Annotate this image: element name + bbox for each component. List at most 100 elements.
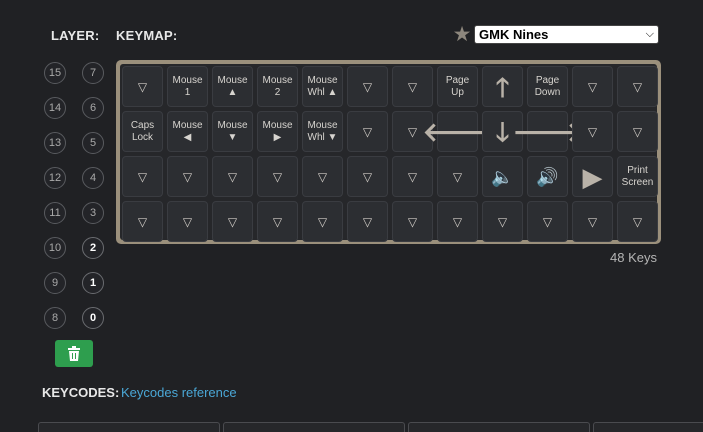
key-label: Lock (131, 131, 154, 143)
key[interactable]: ▽ (617, 66, 658, 107)
key-label: Mouse (307, 74, 338, 86)
delete-layer-button[interactable] (55, 340, 93, 367)
key[interactable]: 🔊 (527, 156, 568, 197)
key-label: ◀ (183, 131, 192, 143)
keymap-select[interactable]: GMK Nines ⌵ (474, 25, 659, 44)
key[interactable]: Print Screen (617, 156, 658, 197)
transparent-key-icon: ▽ (137, 214, 148, 229)
transparent-key-icon: ▽ (587, 124, 598, 139)
key[interactable]: Caps Lock (122, 111, 163, 152)
key[interactable]: ▽ (437, 201, 478, 242)
key[interactable]: Mouse Whl ▲ (302, 66, 343, 107)
key[interactable]: Mouse ▼ (212, 111, 253, 152)
key-label: Mouse (262, 119, 293, 131)
key[interactable]: ▽ (257, 156, 298, 197)
key[interactable]: ▶ (572, 156, 613, 197)
transparent-key-icon: ▽ (587, 214, 598, 229)
key[interactable]: Mouse Whl ▼ (302, 111, 343, 152)
key[interactable]: ▽ (167, 201, 208, 242)
key[interactable]: ▽ (302, 201, 343, 242)
transparent-key-icon: ▽ (407, 214, 418, 229)
transparent-key-icon: ▽ (182, 169, 193, 184)
key-label: Mouse (307, 119, 338, 131)
layer-button[interactable]: 9 (44, 272, 66, 294)
key[interactable]: 🡐 (423, 111, 492, 152)
key[interactable]: ▽ (212, 156, 253, 197)
key[interactable]: Mouse 2 (257, 66, 298, 107)
layer-heading: LAYER: (51, 28, 100, 43)
key-label: Mouse (172, 74, 203, 86)
key-label: Down (534, 86, 561, 98)
key[interactable]: ▽ (167, 156, 208, 197)
keycode-tab[interactable] (38, 422, 220, 432)
layer-button[interactable]: 15 (44, 62, 66, 84)
layer-button[interactable]: 8 (44, 307, 66, 329)
key-label: 1 (184, 86, 191, 98)
key[interactable]: Page Down (527, 66, 568, 107)
layer-button[interactable]: 2 (82, 237, 104, 259)
key[interactable]: ▽ (347, 66, 388, 107)
keycode-tab[interactable] (223, 422, 405, 432)
layer-button[interactable]: 4 (82, 167, 104, 189)
key[interactable]: ▽ (122, 201, 163, 242)
keycodes-reference-link[interactable]: Keycodes reference (121, 385, 237, 400)
layer-button[interactable]: 6 (82, 97, 104, 119)
layer-button[interactable]: 1 (82, 272, 104, 294)
key[interactable]: ▽ (572, 201, 613, 242)
key[interactable]: ▽ (302, 156, 343, 197)
key[interactable]: 🡑 (482, 66, 523, 107)
key[interactable]: ▽ (392, 201, 433, 242)
key[interactable]: Page Up (437, 66, 478, 107)
key[interactable]: ▽ (572, 111, 613, 152)
key-count-value: 48 (610, 250, 625, 265)
keycode-tab[interactable] (593, 422, 703, 432)
key-label: ▶ (273, 131, 282, 143)
key[interactable]: Mouse ▲ (212, 66, 253, 107)
star-icon[interactable]: ★ (452, 24, 472, 45)
key-label: Mouse (217, 74, 248, 86)
layer-button[interactable]: 13 (44, 132, 66, 154)
keycode-tab[interactable] (408, 422, 590, 432)
key[interactable]: ▽ (122, 66, 163, 107)
key[interactable]: ▽ (617, 111, 658, 152)
transparent-key-icon: ▽ (407, 79, 418, 94)
key[interactable]: ▽ (392, 66, 433, 107)
transparent-key-icon: ▽ (542, 214, 553, 229)
key[interactable]: Mouse ▶ (257, 111, 298, 152)
layer-button[interactable]: 5 (82, 132, 104, 154)
key[interactable]: ▽ (527, 201, 568, 242)
transparent-key-icon: ▽ (452, 169, 463, 184)
key[interactable]: Mouse ◀ (167, 111, 208, 152)
key-label: ▲ (227, 86, 238, 98)
layer-button[interactable]: 14 (44, 97, 66, 119)
key-glyph-icon: 🔊 (536, 166, 559, 187)
layer-button[interactable]: 11 (44, 202, 66, 224)
key[interactable]: ▽ (482, 201, 523, 242)
key-label: Screen (621, 176, 654, 188)
layer-button[interactable]: 10 (44, 237, 66, 259)
key[interactable]: ▽ (347, 201, 388, 242)
transparent-key-icon: ▽ (632, 79, 643, 94)
key[interactable]: ▽ (437, 156, 478, 197)
key[interactable]: 🡒 (513, 111, 582, 152)
key[interactable]: ▽ (347, 156, 388, 197)
key-label: Whl ▲ (307, 86, 338, 98)
transparent-key-icon: ▽ (317, 169, 328, 184)
layer-button[interactable]: 12 (44, 167, 66, 189)
key-label: Page (445, 74, 470, 86)
key-label: ▼ (227, 131, 238, 143)
transparent-key-icon: ▽ (362, 169, 373, 184)
layer-button[interactable]: 7 (82, 62, 104, 84)
key[interactable]: 🔈 (482, 156, 523, 197)
key[interactable]: ▽ (257, 201, 298, 242)
key[interactable]: ▽ (212, 201, 253, 242)
key[interactable]: ▽ (572, 66, 613, 107)
key[interactable]: ▽ (392, 156, 433, 197)
key[interactable]: ▽ (617, 201, 658, 242)
layer-button[interactable]: 3 (82, 202, 104, 224)
key-glyph-icon: 🡑 (495, 71, 510, 102)
layer-button[interactable]: 0 (82, 307, 104, 329)
key[interactable]: Mouse 1 (167, 66, 208, 107)
key[interactable]: ▽ (347, 111, 388, 152)
key[interactable]: ▽ (122, 156, 163, 197)
